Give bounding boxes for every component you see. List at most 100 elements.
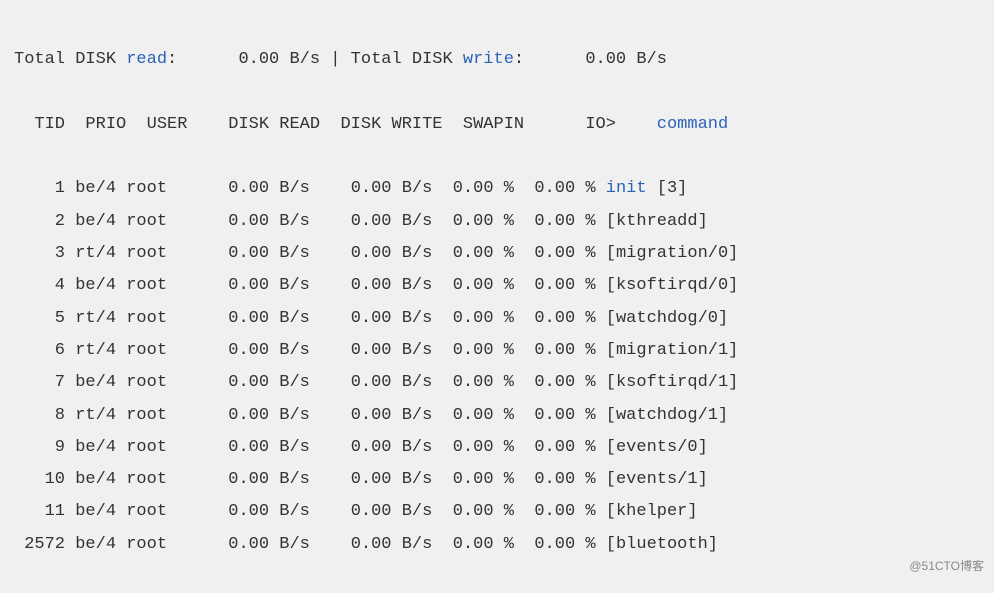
col-tid: TID — [14, 115, 65, 134]
cell-io: 0.00 % — [514, 502, 596, 521]
cell-disk-write: 0.00 B/s — [310, 438, 432, 457]
cell-prio: rt/4 — [65, 309, 116, 328]
cell-swapin: 0.00 % — [432, 470, 514, 489]
process-row: 9 be/4 root 0.00 B/s 0.00 B/s 0.00 % 0.0… — [14, 432, 980, 464]
cell-user: root — [116, 470, 208, 489]
cell-disk-read: 0.00 B/s — [208, 470, 310, 489]
cell-disk-read: 0.00 B/s — [208, 341, 310, 360]
cell-prio: be/4 — [65, 502, 116, 521]
cell-disk-write: 0.00 B/s — [310, 244, 432, 263]
cell-user: root — [116, 212, 208, 231]
cell-tid: 6 — [14, 341, 65, 360]
cell-swapin: 0.00 % — [432, 212, 514, 231]
cell-tid: 10 — [14, 470, 65, 489]
write-keyword: write — [463, 50, 514, 69]
cell-disk-read: 0.00 B/s — [208, 535, 310, 554]
process-row: 8 rt/4 root 0.00 B/s 0.00 B/s 0.00 % 0.0… — [14, 400, 980, 432]
cell-io: 0.00 % — [514, 244, 596, 263]
cell-tid: 3 — [14, 244, 65, 263]
header-row: TID PRIO USER DISK READ DISK WRITE SWAPI… — [14, 109, 980, 141]
cell-disk-read: 0.00 B/s — [208, 179, 310, 198]
cell-command: [ksoftirqd/0] — [606, 276, 739, 295]
col-swapin: SWAPIN — [443, 115, 525, 134]
cell-io: 0.00 % — [514, 406, 596, 425]
cell-prio: be/4 — [65, 438, 116, 457]
process-row: 2572 be/4 root 0.00 B/s 0.00 B/s 0.00 % … — [14, 529, 980, 561]
cell-command: [watchdog/0] — [606, 309, 728, 328]
cell-command: [events/1] — [606, 470, 708, 489]
cell-user: root — [116, 502, 208, 521]
cell-swapin: 0.00 % — [432, 309, 514, 328]
cell-disk-write: 0.00 B/s — [310, 212, 432, 231]
cell-command: [watchdog/1] — [606, 406, 728, 425]
cell-swapin: 0.00 % — [432, 406, 514, 425]
cell-user: root — [116, 276, 208, 295]
cell-io: 0.00 % — [514, 373, 596, 392]
cell-prio: be/4 — [65, 179, 116, 198]
cell-prio: be/4 — [65, 212, 116, 231]
cell-disk-write: 0.00 B/s — [310, 470, 432, 489]
total-read-value: 0.00 B/s — [177, 50, 320, 69]
cell-tid: 2572 — [14, 535, 65, 554]
col-disk-write: DISK WRITE — [320, 115, 442, 134]
total-write-label: Total DISK — [351, 50, 463, 69]
iotop-output: Total DISK read: 0.00 B/s | Total DISK w… — [14, 12, 980, 593]
cell-user: root — [116, 438, 208, 457]
cell-prio: be/4 — [65, 373, 116, 392]
cell-swapin: 0.00 % — [432, 244, 514, 263]
cell-command: [ksoftirqd/1] — [606, 373, 739, 392]
cell-user: root — [116, 373, 208, 392]
cell-command: [migration/0] — [606, 244, 739, 263]
cell-disk-read: 0.00 B/s — [208, 309, 310, 328]
cell-io: 0.00 % — [514, 309, 596, 328]
cell-command: [migration/1] — [606, 341, 739, 360]
cell-swapin: 0.00 % — [432, 341, 514, 360]
cell-swapin: 0.00 % — [432, 276, 514, 295]
process-row: 11 be/4 root 0.00 B/s 0.00 B/s 0.00 % 0.… — [14, 496, 980, 528]
cell-prio: rt/4 — [65, 406, 116, 425]
cell-tid: 7 — [14, 373, 65, 392]
cell-disk-read: 0.00 B/s — [208, 373, 310, 392]
cell-tid: 8 — [14, 406, 65, 425]
cell-command: [bluetooth] — [606, 535, 718, 554]
cell-user: root — [116, 179, 208, 198]
cell-disk-write: 0.00 B/s — [310, 502, 432, 521]
cell-swapin: 0.00 % — [432, 438, 514, 457]
cell-disk-read: 0.00 B/s — [208, 438, 310, 457]
process-row: 10 be/4 root 0.00 B/s 0.00 B/s 0.00 % 0.… — [14, 464, 980, 496]
cell-user: root — [116, 406, 208, 425]
cell-io: 0.00 % — [514, 212, 596, 231]
total-read-label: Total DISK — [14, 50, 126, 69]
cell-io: 0.00 % — [514, 470, 596, 489]
read-keyword: read — [126, 50, 167, 69]
total-write-value: 0.00 B/s — [524, 50, 667, 69]
process-rows: 1 be/4 root 0.00 B/s 0.00 B/s 0.00 % 0.0… — [14, 173, 980, 561]
cell-command: [3] — [647, 179, 688, 198]
process-row: 2 be/4 root 0.00 B/s 0.00 B/s 0.00 % 0.0… — [14, 206, 980, 238]
col-disk-read: DISK READ — [187, 115, 320, 134]
col-io: IO> — [524, 115, 616, 134]
col-prio: PRIO — [65, 115, 126, 134]
cell-tid: 9 — [14, 438, 65, 457]
cell-swapin: 0.00 % — [432, 373, 514, 392]
cell-command: [events/0] — [606, 438, 708, 457]
cell-tid: 5 — [14, 309, 65, 328]
cell-disk-read: 0.00 B/s — [208, 212, 310, 231]
cell-swapin: 0.00 % — [432, 179, 514, 198]
cell-disk-write: 0.00 B/s — [310, 179, 432, 198]
cell-prio: be/4 — [65, 276, 116, 295]
cell-tid: 11 — [14, 502, 65, 521]
process-row: 6 rt/4 root 0.00 B/s 0.00 B/s 0.00 % 0.0… — [14, 335, 980, 367]
separator: | — [330, 50, 340, 69]
cell-disk-read: 0.00 B/s — [208, 244, 310, 263]
cell-io: 0.00 % — [514, 179, 596, 198]
cell-disk-write: 0.00 B/s — [310, 406, 432, 425]
cell-prio: be/4 — [65, 535, 116, 554]
process-row: 5 rt/4 root 0.00 B/s 0.00 B/s 0.00 % 0.0… — [14, 303, 980, 335]
cell-disk-write: 0.00 B/s — [310, 373, 432, 392]
cell-disk-read: 0.00 B/s — [208, 276, 310, 295]
cell-disk-write: 0.00 B/s — [310, 309, 432, 328]
cell-prio: rt/4 — [65, 244, 116, 263]
cell-io: 0.00 % — [514, 276, 596, 295]
cell-prio: be/4 — [65, 470, 116, 489]
